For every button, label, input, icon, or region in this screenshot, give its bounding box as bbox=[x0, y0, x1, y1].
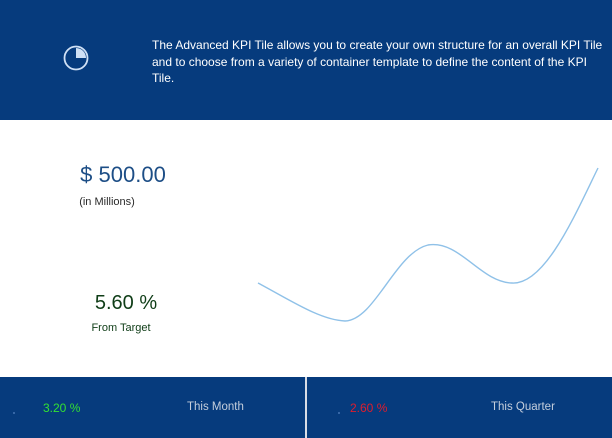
quarter-value: 2.60 % bbox=[350, 401, 388, 415]
tile-description: The Advanced KPI Tile allows you to crea… bbox=[152, 38, 603, 85]
quarter-label: This Quarter bbox=[491, 401, 555, 413]
target-value: 5.60 % bbox=[94, 292, 158, 314]
target-label: From Target bbox=[91, 322, 151, 334]
kpi-tile-footer: 3.20 % This Month 2.60 % This Quarter bbox=[0, 377, 612, 438]
trend-line-chart bbox=[257, 167, 599, 322]
month-indicator-dot bbox=[13, 412, 15, 414]
quarter-indicator-dot bbox=[338, 412, 340, 414]
trend-line bbox=[257, 167, 599, 322]
month-value: 3.20 % bbox=[43, 401, 81, 415]
kpi-value: $ 500.00 bbox=[80, 162, 166, 187]
pie-chart-icon bbox=[63, 45, 89, 71]
month-label: This Month bbox=[187, 401, 244, 413]
kpi-tile-body: $ 500.00 (in Millions) 5.60 % From Targe… bbox=[0, 120, 612, 377]
kpi-unit-note: (in Millions) bbox=[79, 196, 135, 208]
kpi-tile-header: The Advanced KPI Tile allows you to crea… bbox=[0, 0, 612, 120]
footer-divider bbox=[305, 377, 307, 438]
